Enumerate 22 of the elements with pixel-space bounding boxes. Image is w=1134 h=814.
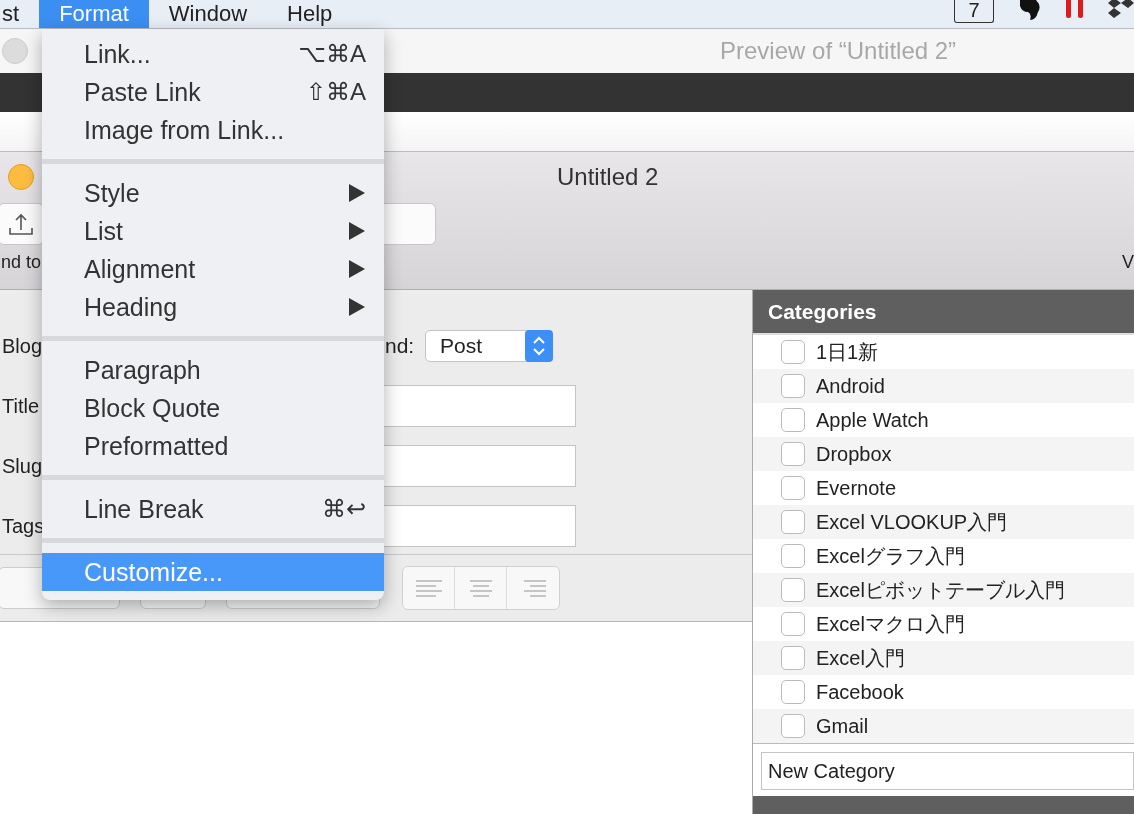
category-label: Excel VLOOKUP入門 — [816, 509, 1008, 535]
field-label: Tags — [1, 514, 46, 538]
category-label: Excel入門 — [816, 645, 905, 671]
category-label: Dropbox — [816, 442, 892, 466]
field-label: Title — [1, 394, 41, 418]
category-label: Excelピボットテーブル入門 — [816, 577, 1065, 603]
toolbar-label: nd to — [1, 252, 42, 273]
category-label: Excelマクロ入門 — [816, 611, 965, 637]
field-label: nd: — [385, 334, 416, 358]
category-label: Gmail — [816, 714, 869, 738]
category-label: Facebook — [816, 680, 904, 704]
window-title: Preview of “Untitled 2” — [720, 37, 957, 65]
category-label: Excelグラフ入門 — [816, 543, 965, 569]
panel-header: Categories — [753, 290, 1134, 335]
category-label: 1日1新 — [816, 339, 879, 365]
field-label: Slug — [1, 454, 44, 478]
category-label: Evernote — [816, 476, 897, 500]
window-title: Untitled 2 — [557, 163, 659, 191]
field-label: Blog — [1, 334, 44, 358]
category-label: Android — [816, 374, 885, 398]
toolbar-label: V — [1122, 252, 1134, 273]
category-label: Apple Watch — [816, 408, 929, 432]
